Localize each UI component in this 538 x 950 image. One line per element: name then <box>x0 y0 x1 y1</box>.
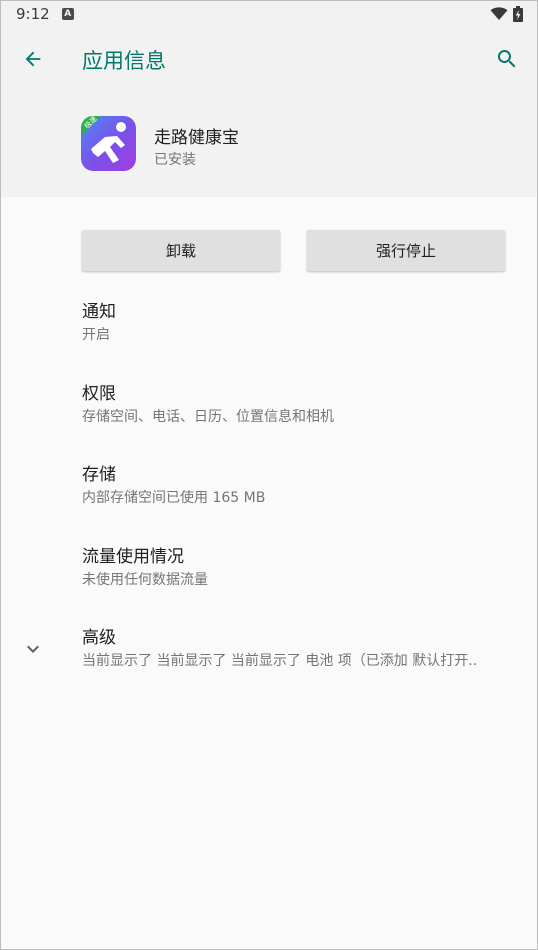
search-button[interactable] <box>489 41 525 77</box>
pref-storage[interactable]: 存储 内部存储空间已使用 165 MB <box>82 464 502 508</box>
search-icon <box>498 50 516 68</box>
pref-permissions-title: 权限 <box>82 384 116 404</box>
pref-notifications-summary: 开启 <box>82 327 110 343</box>
notification-icon: A <box>61 8 74 20</box>
status-right <box>490 6 523 22</box>
pref-data-usage-summary: 未使用任何数据流量 <box>82 572 208 588</box>
app-bar: 应用信息 <box>1 27 537 91</box>
arrow-back-icon <box>25 51 41 67</box>
pref-advanced-title: 高级 <box>82 628 116 648</box>
app-name: 走路健康宝 <box>154 128 239 148</box>
uninstall-button[interactable]: 卸载 <box>82 230 280 271</box>
chevron-down-icon <box>27 645 39 653</box>
pref-advanced-summary: 当前显示了 当前显示了 当前显示了 电池 项（已添加 默认打开.. <box>82 653 478 669</box>
back-button[interactable] <box>15 41 51 77</box>
status-bar: 9:12 A <box>1 1 537 27</box>
status-time: 9:12 <box>16 5 50 23</box>
app-install-status: 已安装 <box>154 152 196 168</box>
pref-permissions-summary: 存储空间、电话、日历、位置信息和相机 <box>82 409 334 425</box>
status-left: 9:12 A <box>16 5 74 23</box>
wifi-icon <box>490 7 508 20</box>
force-stop-button[interactable]: 强行停止 <box>307 230 505 271</box>
pref-data-usage-title: 流量使用情况 <box>82 547 184 567</box>
pref-data-usage[interactable]: 流量使用情况 未使用任何数据流量 <box>82 546 502 590</box>
battery-icon <box>513 6 523 22</box>
pref-advanced[interactable]: 高级 当前显示了 当前显示了 当前显示了 电池 项（已添加 默认打开.. <box>82 627 514 671</box>
expand-advanced-button[interactable] <box>21 637 45 661</box>
page-title: 应用信息 <box>82 49 166 73</box>
app-icon: 极速 <box>81 116 136 171</box>
pref-storage-title: 存储 <box>82 465 116 485</box>
pref-notifications-title: 通知 <box>82 302 116 322</box>
app-header: 应用信息 极速 走路健康宝 已安装 <box>1 27 537 197</box>
pref-storage-summary: 内部存储空间已使用 165 MB <box>82 490 266 506</box>
pref-notifications[interactable]: 通知 开启 <box>82 301 502 345</box>
pref-permissions[interactable]: 权限 存储空间、电话、日历、位置信息和相机 <box>82 383 502 427</box>
